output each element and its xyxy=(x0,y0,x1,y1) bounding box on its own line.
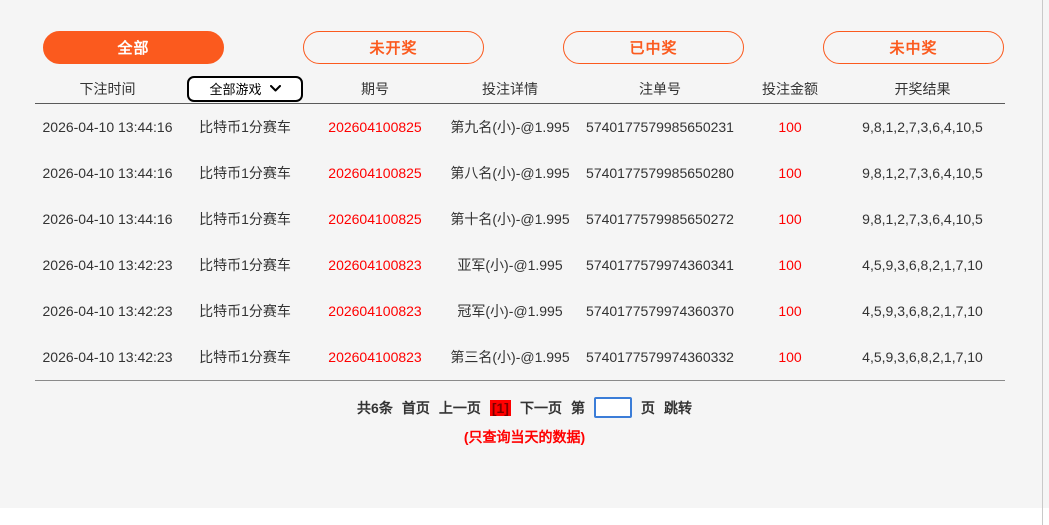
bet-number-cell: 5740177579985650280 xyxy=(580,165,740,181)
table-row: 2026-04-10 13:44:16 比特币1分赛车 202604100825… xyxy=(35,196,1005,242)
table-body: 2026-04-10 13:44:16 比特币1分赛车 202604100825… xyxy=(35,104,1005,381)
issue-number-cell: 202604100825 xyxy=(310,119,440,135)
bet-details-cell: 第九名(小)-@1.995 xyxy=(440,117,580,137)
jump-link[interactable]: 跳转 xyxy=(664,398,692,418)
bet-details-cell: 冠军(小)-@1.995 xyxy=(440,301,580,321)
page-prefix-label: 第 xyxy=(571,398,585,418)
bottom-strip xyxy=(0,508,1049,525)
bet-records-panel: 全部 未开奖 已中奖 未中奖 下注时间 全部游戏 期号 投注详情 注 xyxy=(0,0,1049,508)
total-count-label: 共6条 xyxy=(357,398,393,418)
game-name-cell: 比特币1分赛车 xyxy=(180,301,310,321)
issue-number-cell: 202604100825 xyxy=(310,165,440,181)
bet-records-page: 全部 未开奖 已中奖 未中奖 下注时间 全部游戏 期号 投注详情 注 xyxy=(0,0,1049,525)
bet-amount-cell: 100 xyxy=(740,303,840,319)
table-row: 2026-04-10 13:44:16 比特币1分赛车 202604100825… xyxy=(35,104,1005,150)
game-filter-value: 全部游戏 xyxy=(209,79,261,98)
bet-time-cell: 2026-04-10 13:42:23 xyxy=(35,349,180,365)
page-number-input[interactable] xyxy=(594,397,632,418)
tab-not-drawn[interactable]: 未开奖 xyxy=(303,31,484,64)
table-row: 2026-04-10 13:42:23 比特币1分赛车 202604100823… xyxy=(35,288,1005,334)
bet-number-cell: 5740177579974360332 xyxy=(580,349,740,365)
table-row: 2026-04-10 13:44:16 比特币1分赛车 202604100825… xyxy=(35,150,1005,196)
issue-number-cell: 202604100823 xyxy=(310,303,440,319)
draw-result-cell: 4,5,9,3,6,8,2,1,7,10 xyxy=(840,257,1005,273)
draw-result-cell: 9,8,1,2,7,3,6,4,10,5 xyxy=(840,165,1005,181)
header-bet-details: 投注详情 xyxy=(440,79,580,99)
filter-tabs: 全部 未开奖 已中奖 未中奖 xyxy=(0,0,1049,64)
chevron-down-icon xyxy=(270,85,281,92)
tab-won[interactable]: 已中奖 xyxy=(563,31,744,64)
draw-result-cell: 9,8,1,2,7,3,6,4,10,5 xyxy=(840,211,1005,227)
current-page-badge: [1] xyxy=(490,400,511,416)
bet-details-cell: 第十名(小)-@1.995 xyxy=(440,209,580,229)
header-game-filter: 全部游戏 xyxy=(180,76,310,102)
issue-number-cell: 202604100823 xyxy=(310,349,440,365)
bet-number-cell: 5740177579985650272 xyxy=(580,211,740,227)
today-only-note: (只查询当天的数据) xyxy=(0,427,1049,447)
header-bet-time: 下注时间 xyxy=(35,79,180,99)
draw-result-cell: 4,5,9,3,6,8,2,1,7,10 xyxy=(840,349,1005,365)
bet-time-cell: 2026-04-10 13:44:16 xyxy=(35,119,180,135)
draw-result-cell: 4,5,9,3,6,8,2,1,7,10 xyxy=(840,303,1005,319)
header-draw-result: 开奖结果 xyxy=(840,79,1005,99)
bet-details-cell: 第八名(小)-@1.995 xyxy=(440,163,580,183)
issue-number-cell: 202604100823 xyxy=(310,257,440,273)
header-bet-amount: 投注金额 xyxy=(740,79,840,99)
issue-number-cell: 202604100825 xyxy=(310,211,440,227)
tab-all[interactable]: 全部 xyxy=(43,31,224,64)
table-row: 2026-04-10 13:42:23 比特币1分赛车 202604100823… xyxy=(35,334,1005,380)
next-page-link[interactable]: 下一页 xyxy=(520,398,562,418)
bet-time-cell: 2026-04-10 13:44:16 xyxy=(35,211,180,227)
bet-details-cell: 亚军(小)-@1.995 xyxy=(440,255,580,275)
bet-number-cell: 5740177579974360370 xyxy=(580,303,740,319)
header-issue: 期号 xyxy=(310,79,440,99)
bet-amount-cell: 100 xyxy=(740,349,840,365)
tab-not-won[interactable]: 未中奖 xyxy=(823,31,1004,64)
game-name-cell: 比特币1分赛车 xyxy=(180,347,310,367)
bet-records-table: 下注时间 全部游戏 期号 投注详情 注单号 投注金额 开奖结果 2 xyxy=(35,74,1005,381)
bet-number-cell: 5740177579985650231 xyxy=(580,119,740,135)
pagination: 共6条 首页 上一页 [1] 下一页 第 页 跳转 xyxy=(0,397,1049,418)
draw-result-cell: 9,8,1,2,7,3,6,4,10,5 xyxy=(840,119,1005,135)
game-name-cell: 比特币1分赛车 xyxy=(180,209,310,229)
right-divider xyxy=(1042,0,1043,525)
bet-time-cell: 2026-04-10 13:42:23 xyxy=(35,303,180,319)
game-name-cell: 比特币1分赛车 xyxy=(180,255,310,275)
bet-details-cell: 第三名(小)-@1.995 xyxy=(440,347,580,367)
game-filter-select[interactable]: 全部游戏 xyxy=(187,76,303,102)
bet-amount-cell: 100 xyxy=(740,119,840,135)
page-suffix-label: 页 xyxy=(641,398,655,418)
prev-page-link[interactable]: 上一页 xyxy=(439,398,481,418)
bet-amount-cell: 100 xyxy=(740,165,840,181)
bet-time-cell: 2026-04-10 13:44:16 xyxy=(35,165,180,181)
bet-number-cell: 5740177579974360341 xyxy=(580,257,740,273)
bet-amount-cell: 100 xyxy=(740,257,840,273)
table-row: 2026-04-10 13:42:23 比特币1分赛车 202604100823… xyxy=(35,242,1005,288)
game-name-cell: 比特币1分赛车 xyxy=(180,163,310,183)
bet-amount-cell: 100 xyxy=(740,211,840,227)
header-bet-number: 注单号 xyxy=(580,79,740,99)
game-name-cell: 比特币1分赛车 xyxy=(180,117,310,137)
table-header-row: 下注时间 全部游戏 期号 投注详情 注单号 投注金额 开奖结果 xyxy=(35,74,1005,104)
first-page-link[interactable]: 首页 xyxy=(402,398,430,418)
bet-time-cell: 2026-04-10 13:42:23 xyxy=(35,257,180,273)
